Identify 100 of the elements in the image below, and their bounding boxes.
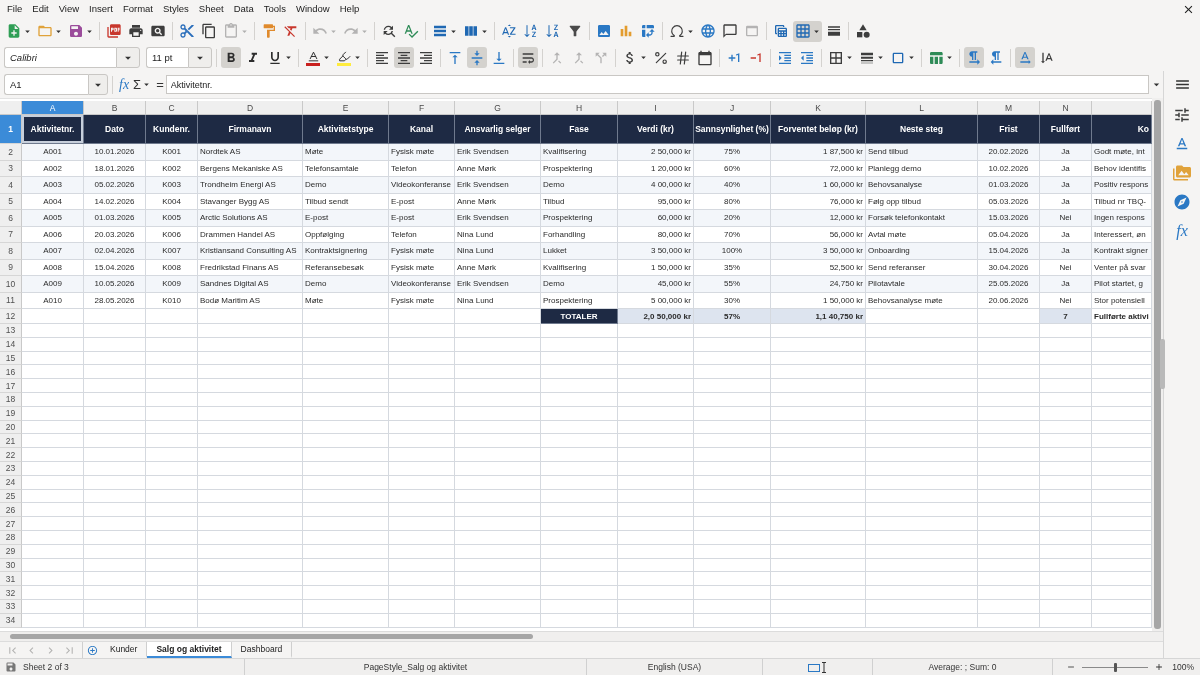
table-cell: 7 [1040,309,1092,324]
menu-item[interactable]: Window [290,1,335,17]
header-cell: Fullført [1040,115,1092,144]
table-cell: Pilot startet, g [1092,276,1152,293]
align-left-icon [374,49,390,66]
table-cell: Kontrakt signer [1092,243,1152,260]
scrollbar-thumb[interactable] [10,634,533,639]
column-header[interactable]: N [1040,101,1092,115]
align-middle-button[interactable] [467,47,487,68]
font-name-field[interactable]: Calibri [4,47,116,68]
align-bottom-icon [491,49,507,66]
table-cell: Erik Svendsen [455,144,541,161]
column-header[interactable]: I [618,101,694,115]
table-chart-icon [928,49,944,66]
table-cell: 12,000 kr [771,210,866,227]
functions-button[interactable]: fx [1169,218,1195,244]
column-header[interactable]: C [146,101,198,115]
column-header[interactable]: B [84,101,146,115]
menu-item[interactable]: Tools [258,1,291,17]
table-cell: Erik Svendsen [455,177,541,194]
header-cell: Aktivitetnr. [22,115,84,144]
table-cell: 05.02.2026 [84,177,146,194]
row-header[interactable]: 12 [0,309,22,324]
name-box[interactable]: A1 [4,74,88,95]
row-header[interactable]: 32 [0,586,22,600]
column-header[interactable]: A [22,101,84,115]
wrap-text-button[interactable] [518,47,538,68]
sum-button[interactable]: Σ [131,74,155,95]
table-cell: Nordtek AS [198,144,303,161]
speech-bubble-icon [722,23,738,39]
funnel-icon [567,23,583,39]
font-color-icon [305,49,321,66]
menu-item[interactable]: View [53,1,85,17]
menu-item[interactable]: File [2,1,28,17]
row-header[interactable]: 8 [0,243,22,260]
row-header[interactable]: 1 [0,115,22,144]
column-header[interactable]: K [771,101,866,115]
menu-item[interactable]: Help [334,1,365,17]
row-header[interactable]: 27 [0,517,22,531]
function-wizard-button[interactable]: fx [117,74,132,95]
table-cell: A007 [22,243,84,260]
row-header[interactable]: 10 [0,276,22,293]
table-cell: Kontraktsignering [303,243,389,260]
row-header[interactable]: 4 [0,177,22,194]
row-header[interactable]: 13 [0,324,22,338]
table-cell: K001 [146,144,198,161]
row-header[interactable]: 21 [0,434,22,449]
column-header[interactable]: D [198,101,303,115]
table-cell: Videokonferanse [389,177,455,194]
row-header[interactable]: 22 [0,448,22,462]
menu-item[interactable]: Sheet [193,1,229,17]
row-header[interactable]: 17 [0,379,22,393]
row-header[interactable]: 6 [0,210,22,227]
menu-item[interactable]: Insert [84,1,118,17]
row-header[interactable]: 26 [0,503,22,518]
bold-button[interactable] [221,47,241,68]
clipboard-icon [223,23,239,39]
left-to-right-button[interactable] [964,47,984,68]
column-header[interactable]: E [303,101,389,115]
font-size-field[interactable]: 11 pt [146,47,188,68]
table-cell: 01.03.2026 [978,177,1040,194]
align-center-button[interactable] [394,47,414,68]
column-header[interactable]: G [455,101,541,115]
table-cell: 1 87,500 kr [771,144,866,161]
formula-button[interactable]: = [154,74,166,95]
table-cell: 55% [694,276,771,293]
header-cell: Ko [1092,115,1152,144]
menu-item[interactable]: Format [117,1,158,17]
sidebar-grip[interactable] [1160,339,1165,389]
column-header[interactable]: H [541,101,618,115]
table-cell: Fysisk møte [389,144,455,161]
column-header[interactable]: M [978,101,1040,115]
table-cell: 02.04.2026 [84,243,146,260]
formula-input[interactable]: Aktivitetnr. [165,75,1149,94]
table-cell: Godt møte, int [1092,144,1152,161]
row-header[interactable]: 16 [0,365,22,380]
menu-item[interactable]: Data [228,1,259,17]
table-cell: A001 [22,144,84,161]
horizontal-scrollbar[interactable] [0,631,1163,641]
header-cell: Kundenr. [146,115,198,144]
language: English (USA) [647,662,702,672]
percent-icon [653,49,669,66]
column-header[interactable]: J [694,101,771,115]
header-cell: Forventet beløp (kr) [771,115,866,144]
row-header[interactable]: 31 [0,572,22,587]
stacked-bars-icon [826,23,842,39]
menu-item[interactable]: Styles [157,1,194,17]
spellcheck-icon [403,23,419,39]
sheet-tab[interactable]: Salg og aktivitet [147,642,232,658]
zoom-slider-thumb[interactable] [1114,662,1118,672]
column-header[interactable]: L [866,101,978,115]
row-header[interactable]: 2 [0,144,22,161]
table-cell: E-post [389,210,455,227]
horizontal-lines-icon [432,23,448,39]
menu-item[interactable]: Edit [27,1,54,17]
column-header[interactable]: F [389,101,455,115]
header-cell: Sannsynlighet (%) [694,115,771,144]
freeze-panes-button[interactable] [793,20,822,42]
table-cell: A003 [22,177,84,194]
zoom-level[interactable]: 100% [1170,662,1196,672]
